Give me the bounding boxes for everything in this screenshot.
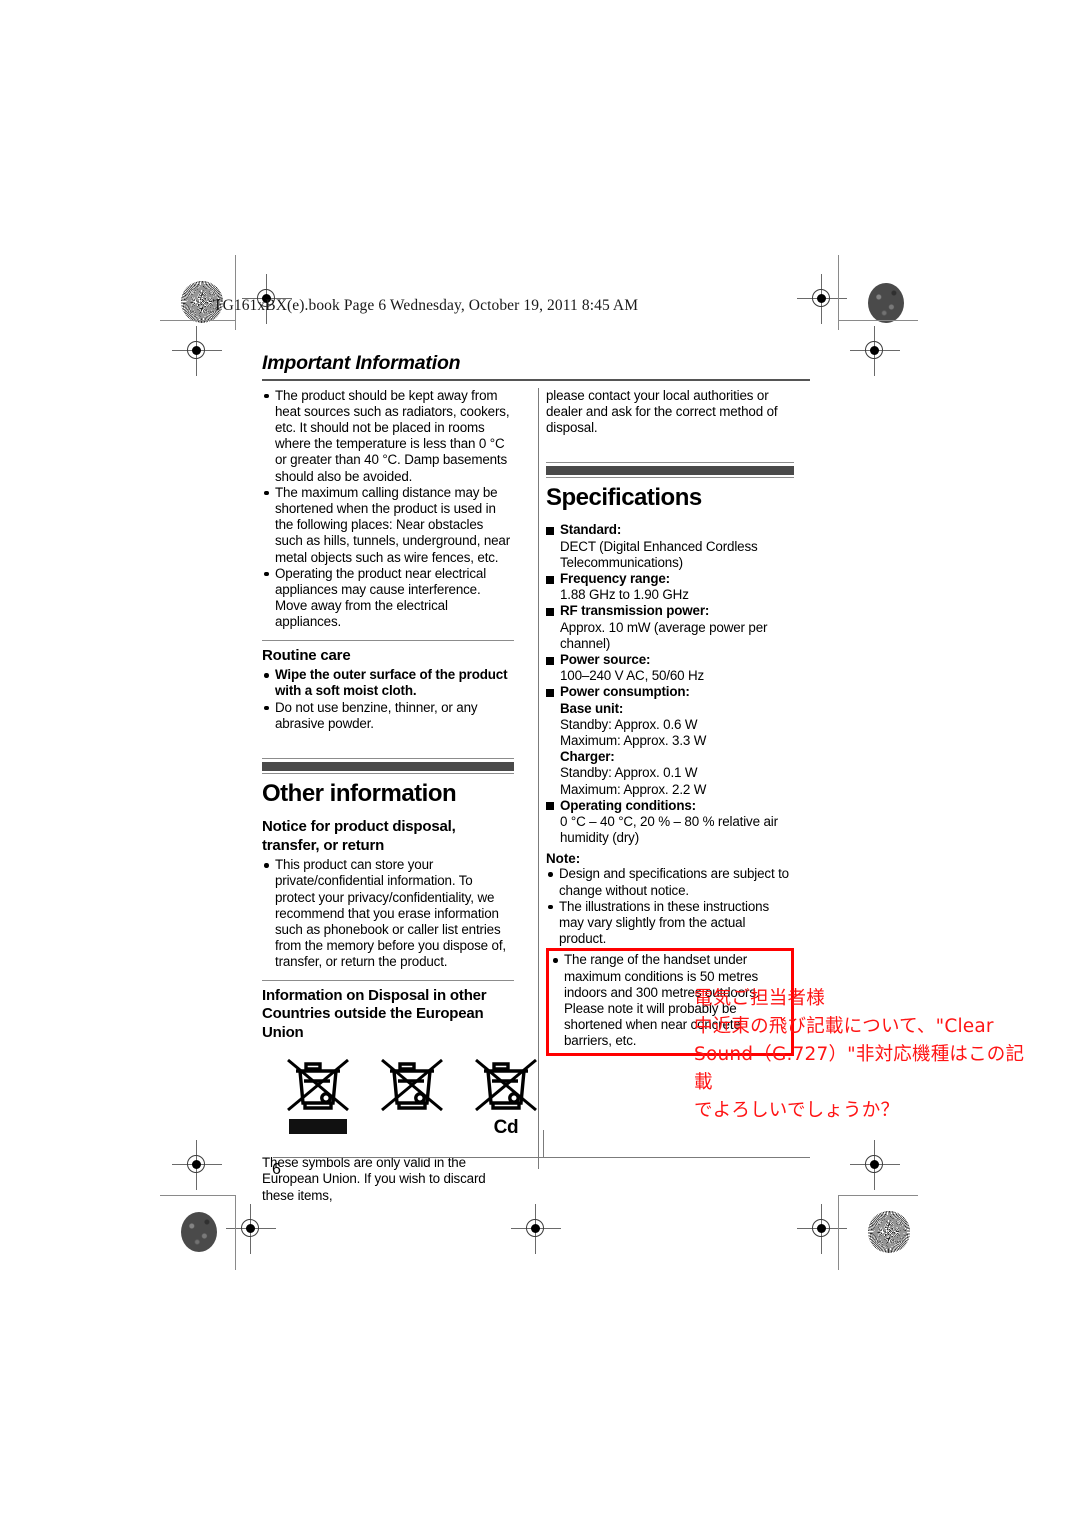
spec-term: Standard: bbox=[560, 522, 622, 538]
weee-solid-bar bbox=[289, 1119, 347, 1135]
note-label: Note: bbox=[546, 851, 581, 867]
spec-item-operating-conditions: Operating conditions: 0 °C – 40 °C, 20 %… bbox=[546, 798, 794, 847]
spec-term: Operating conditions: bbox=[560, 797, 696, 813]
section-rule-disposal-other-countries bbox=[262, 979, 514, 981]
list-item: Do not use benzine, thinner, or any abra… bbox=[262, 700, 514, 732]
spec-value: 1.88 GHz to 1.90 GHz bbox=[560, 587, 689, 603]
routine-care-heading: Routine care bbox=[262, 646, 351, 664]
trim-line-bottom-left-vertical bbox=[235, 1195, 237, 1270]
footer-tick-mark bbox=[543, 1130, 545, 1157]
annotation-line: Sound（G.727）"非対応機種はこの記載 bbox=[694, 1044, 1025, 1093]
column-divider bbox=[538, 387, 540, 1169]
trim-line-bottom-right-horizontal bbox=[838, 1195, 918, 1197]
spec-item-frequency-range: Frequency range: 1.88 GHz to 1.90 GHz bbox=[546, 571, 794, 603]
weee-symbol-row: Cd bbox=[282, 1054, 537, 1139]
spec-value: DECT (Digital Enhanced Cordless Telecomm… bbox=[560, 538, 758, 570]
registration-mark-right-lower bbox=[850, 1140, 900, 1190]
crossed-out-wheelie-bin-icon bbox=[475, 1059, 537, 1112]
spec-subterm-base-unit: Base unit: bbox=[560, 700, 624, 716]
registration-mark-left-lower bbox=[172, 1140, 222, 1190]
crossed-out-wheelie-bin-icon bbox=[381, 1059, 443, 1112]
spec-value: Standby: Approx. 0.1 W bbox=[560, 765, 698, 781]
list-item: Wipe the outer surface of the product wi… bbox=[262, 667, 514, 699]
registration-mark-left-upper bbox=[172, 326, 222, 376]
spec-item-rf-transmission-power: RF transmission power: Approx. 10 mW (av… bbox=[546, 603, 794, 652]
specifications-title: Specifications bbox=[546, 484, 702, 512]
spec-item-power-consumption: Power consumption: Base unit: Standby: A… bbox=[546, 684, 794, 797]
list-item: The product should be kept away from hea… bbox=[262, 388, 514, 485]
page-number: 6 bbox=[272, 1161, 281, 1178]
print-starburst-mark-bottom-right bbox=[868, 1211, 910, 1253]
annotation-line: でよろしいでしょうか？ bbox=[694, 1100, 900, 1121]
running-head: Important Information bbox=[262, 352, 461, 374]
registration-mark-right-upper bbox=[850, 326, 900, 376]
registration-mark-bottom-center bbox=[511, 1204, 561, 1254]
weee-symbol-cadmium: Cd bbox=[470, 1054, 542, 1139]
spec-value: Standby: Approx. 0.6 W bbox=[560, 716, 698, 732]
review-annotation-japanese: 電気ご担当者様 中近東の飛び記載について、"Clear Sound（G.727）… bbox=[694, 985, 1040, 1125]
spec-term: RF transmission power: bbox=[560, 603, 710, 619]
spec-item-standard: Standard: DECT (Digital Enhanced Cordles… bbox=[546, 522, 794, 571]
trim-line-top-left-vertical bbox=[235, 255, 237, 330]
trim-line-bottom-left-horizontal bbox=[160, 1195, 235, 1197]
trim-line-top-left-horizontal bbox=[160, 320, 235, 322]
disposal-continuation-text: please contact your local authorities or… bbox=[546, 387, 778, 435]
spec-item-power-source: Power source: 100–240 V AC, 50/60 Hz bbox=[546, 652, 794, 684]
list-item: Operating the product near electrical ap… bbox=[262, 566, 514, 631]
print-density-patch-top-right bbox=[868, 283, 904, 323]
file-header-line: TG161xBX(e).book Page 6 Wednesday, Octob… bbox=[213, 297, 639, 314]
list-item: The maximum calling distance may be shor… bbox=[262, 485, 514, 566]
specifications-divider-bar bbox=[546, 462, 794, 479]
annotation-line: 電気ご担当者様 bbox=[694, 988, 825, 1009]
spec-value: 100–240 V AC, 50/60 Hz bbox=[560, 668, 705, 684]
registration-mark-top-right-inner bbox=[797, 274, 847, 324]
section-rule-routine-care bbox=[262, 639, 514, 641]
list-item: This product can store your private/conf… bbox=[262, 857, 514, 970]
footer-rule bbox=[273, 1157, 810, 1159]
specifications-list: Standard: DECT (Digital Enhanced Cordles… bbox=[546, 522, 794, 846]
intro-bullet-list: The product should be kept away from hea… bbox=[262, 388, 514, 631]
list-item: Design and specifications are subject to… bbox=[546, 866, 794, 898]
registration-mark-bottom-left bbox=[226, 1204, 276, 1254]
disposal-notice-list: This product can store your private/conf… bbox=[262, 857, 514, 970]
spec-term: Frequency range: bbox=[560, 571, 670, 586]
list-item: The illustrations in these instructions … bbox=[546, 899, 794, 948]
chapter-title: Other information bbox=[262, 780, 457, 808]
annotation-line: 中近東の飛び記載について、"Clear bbox=[694, 1016, 994, 1037]
cadmium-label: Cd bbox=[493, 1117, 519, 1139]
print-density-patch-bottom-left bbox=[181, 1212, 217, 1252]
weee-symbol-plain bbox=[376, 1054, 448, 1139]
spec-term: Power source: bbox=[560, 652, 651, 668]
spec-value: 0 °C – 40 °C, 20 % – 80 % relative air h… bbox=[560, 814, 778, 846]
spec-value: Maximum: Approx. 2.2 W bbox=[560, 781, 707, 797]
trim-line-top-right-horizontal bbox=[838, 320, 918, 322]
crossed-out-wheelie-bin-icon bbox=[287, 1059, 349, 1112]
trim-line-top-right-vertical bbox=[838, 255, 840, 330]
disposal-other-countries-heading: Information on Disposal in other Countri… bbox=[262, 986, 487, 1041]
running-head-rule bbox=[262, 379, 810, 381]
left-column: The product should be kept away from hea… bbox=[262, 388, 537, 1204]
note-bullet-list: Design and specifications are subject to… bbox=[546, 866, 794, 947]
routine-care-list: Wipe the outer surface of the product wi… bbox=[262, 667, 514, 732]
spec-subterm-charger: Charger: bbox=[560, 749, 615, 765]
trim-line-bottom-right-vertical bbox=[838, 1195, 840, 1270]
weee-symbol-with-bar bbox=[282, 1054, 354, 1139]
disposal-tail-text: These symbols are only valid in the Euro… bbox=[262, 1155, 486, 1203]
spec-value: Maximum: Approx. 3.3 W bbox=[560, 733, 707, 749]
spec-value: Approx. 10 mW (average power per channel… bbox=[560, 619, 768, 651]
disposal-notice-heading: Notice for product disposal, transfer, o… bbox=[262, 818, 456, 854]
spec-term: Power consumption: bbox=[560, 684, 690, 700]
registration-mark-bottom-right bbox=[797, 1204, 847, 1254]
chapter-divider-bar bbox=[262, 758, 514, 775]
